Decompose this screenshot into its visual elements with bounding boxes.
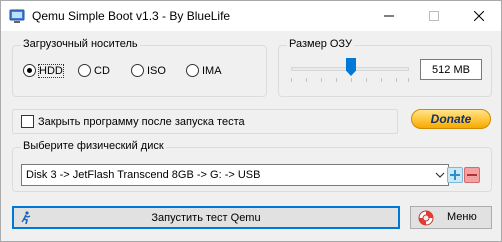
radio-cd[interactable]: CD <box>78 64 110 77</box>
radio-cd-label: CD <box>94 64 110 77</box>
menu-button[interactable]: Меню <box>410 206 492 229</box>
radio-hdd-label: HDD <box>38 63 64 78</box>
maximize-button[interactable] <box>411 1 456 30</box>
lifebuoy-icon <box>418 210 434 226</box>
ram-slider-ticks <box>291 78 409 82</box>
title-bar[interactable]: Qemu Simple Boot v1.3 - By BlueLife <box>1 1 501 31</box>
slider-tick <box>336 78 337 82</box>
radio-cd-dot[interactable] <box>78 64 91 77</box>
physical-disk-group: Выберите физический диск Disk 3 -> JetFl… <box>12 140 492 192</box>
boot-media-group: Загрузочный носитель HDD CD ISO IMA <box>12 38 267 97</box>
close-after-launch-box[interactable] <box>21 115 34 128</box>
menu-label: Меню <box>447 211 477 223</box>
radio-iso[interactable]: ISO <box>131 64 166 77</box>
ram-slider-thumb[interactable] <box>346 58 356 76</box>
close-after-launch-group: Закрыть программу после запуска теста <box>12 109 398 134</box>
radio-iso-label: ISO <box>147 64 166 77</box>
ram-size-group: Размер ОЗУ 512 MB <box>278 38 492 97</box>
chevron-down-icon <box>435 172 445 178</box>
ram-value-box: 512 MB <box>420 59 482 80</box>
start-qemu-test-button[interactable]: Запустить тест Qemu <box>12 206 400 229</box>
slider-tick <box>366 78 367 82</box>
close-icon <box>473 10 484 21</box>
plus-icon <box>450 170 460 180</box>
qemu-app-icon <box>9 8 25 24</box>
donate-button[interactable]: Donate <box>411 109 491 129</box>
slider-tick <box>351 78 352 82</box>
slider-tick <box>381 78 382 82</box>
radio-iso-dot[interactable] <box>131 64 144 77</box>
minimize-button[interactable] <box>366 1 411 30</box>
disk-select[interactable]: Disk 3 -> JetFlash Transcend 8GB -> G: -… <box>21 164 449 186</box>
slider-tick <box>321 78 322 82</box>
add-disk-button[interactable] <box>447 167 463 183</box>
app-window: Qemu Simple Boot v1.3 - By BlueLife Загр… <box>0 0 502 242</box>
ram-size-label: Размер ОЗУ <box>287 38 354 50</box>
running-man-icon <box>21 211 31 225</box>
minimize-icon <box>383 15 394 16</box>
close-after-launch-checkbox[interactable]: Закрыть программу после запуска теста <box>21 115 245 128</box>
radio-hdd-dot[interactable] <box>23 64 36 77</box>
radio-ima[interactable]: IMA <box>186 64 222 77</box>
radio-ima-label: IMA <box>202 64 222 77</box>
start-qemu-test-label: Запустить тест Qemu <box>151 211 261 224</box>
physical-disk-label: Выберите физический диск <box>21 140 166 152</box>
slider-tick <box>408 78 409 82</box>
slider-tick <box>396 78 397 82</box>
slider-tick <box>306 78 307 82</box>
disk-select-value: Disk 3 -> JetFlash Transcend 8GB -> G: -… <box>26 169 261 181</box>
boot-media-label: Загрузочный носитель <box>21 38 140 50</box>
radio-ima-dot[interactable] <box>186 64 199 77</box>
window-title: Qemu Simple Boot v1.3 - By BlueLife <box>32 9 231 23</box>
maximize-icon <box>428 10 439 21</box>
radio-hdd[interactable]: HDD <box>23 63 64 78</box>
close-button[interactable] <box>456 1 501 30</box>
close-after-launch-label: Закрыть программу после запуска теста <box>38 115 245 128</box>
slider-tick <box>291 78 292 82</box>
remove-disk-button[interactable] <box>464 167 480 183</box>
minus-icon <box>467 174 477 176</box>
